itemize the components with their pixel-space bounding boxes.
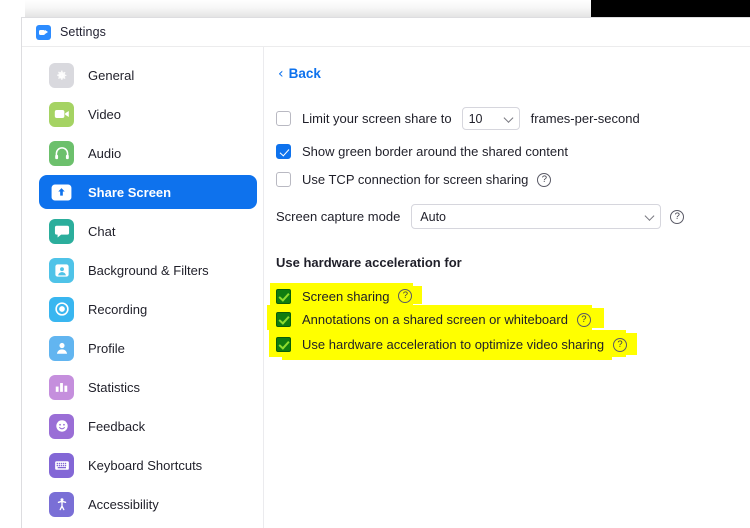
share-screen-settings-panel: ‹ Back Limit your screen share to 10 fra… bbox=[264, 47, 750, 528]
sidebar-item-label: Recording bbox=[88, 301, 148, 317]
limit-screen-share-label: Limit your screen share to bbox=[302, 111, 452, 126]
desktop-black-region bbox=[591, 0, 750, 17]
bar-chart-icon bbox=[49, 374, 74, 400]
sidebar-item-label: Video bbox=[88, 106, 122, 122]
tcp-connection-label: Use TCP connection for screen sharing bbox=[302, 172, 529, 187]
desktop-background-strip bbox=[25, 0, 591, 17]
limit-screen-share-row: Limit your screen share to 10 frames-per… bbox=[264, 107, 750, 130]
limit-screen-share-checkbox[interactable] bbox=[276, 111, 291, 126]
sidebar-item-statistics[interactable]: Statistics bbox=[39, 370, 257, 404]
share-screen-up-arrow-icon bbox=[49, 180, 74, 205]
sidebar-item-general[interactable]: General bbox=[39, 58, 257, 92]
screen-capture-mode-label: Screen capture mode bbox=[276, 209, 401, 224]
chevron-down-icon bbox=[644, 210, 655, 221]
smiley-face-icon bbox=[49, 413, 74, 439]
screen-capture-mode-value: Auto bbox=[420, 209, 447, 224]
sidebar-item-feedback[interactable]: Feedback bbox=[39, 409, 257, 443]
hw-screen-sharing-label: Screen sharing bbox=[302, 288, 390, 304]
fps-select[interactable]: 10 bbox=[461, 107, 520, 130]
green-border-row: Show green border around the shared cont… bbox=[264, 144, 750, 159]
settings-window: Settings General Video Audio Share Scree… bbox=[21, 17, 750, 528]
tcp-connection-row: Use TCP connection for screen sharing ? bbox=[264, 172, 750, 187]
sidebar-item-label: Audio bbox=[88, 145, 122, 161]
settings-sidebar: General Video Audio Share Screen Chat Ba… bbox=[22, 47, 264, 528]
back-button-label: Back bbox=[288, 66, 321, 81]
sidebar-item-recording[interactable]: Recording bbox=[39, 292, 257, 326]
hw-video-sharing-row: Use hardware acceleration to optimize vi… bbox=[264, 332, 750, 357]
window-body: General Video Audio Share Screen Chat Ba… bbox=[22, 47, 750, 528]
green-border-label: Show green border around the shared cont… bbox=[302, 144, 568, 159]
green-border-checkbox[interactable] bbox=[276, 144, 291, 159]
tcp-connection-checkbox[interactable] bbox=[276, 172, 291, 187]
fps-select-value: 10 bbox=[468, 111, 483, 126]
headphones-icon bbox=[49, 140, 74, 166]
sidebar-item-label: Accessibility bbox=[88, 496, 159, 512]
sidebar-item-label: General bbox=[88, 67, 135, 83]
help-icon[interactable]: ? bbox=[537, 172, 552, 187]
hardware-acceleration-heading: Use hardware acceleration for bbox=[276, 255, 462, 270]
screen-capture-mode-select[interactable]: Auto bbox=[411, 204, 662, 229]
sidebar-item-background-filters[interactable]: Background & Filters bbox=[39, 253, 257, 287]
keyboard-icon bbox=[49, 452, 74, 478]
chevron-down-icon bbox=[503, 112, 514, 123]
sidebar-item-keyboard-shortcuts[interactable]: Keyboard Shortcuts bbox=[39, 448, 257, 482]
gear-icon bbox=[49, 62, 74, 88]
chat-bubble-icon bbox=[49, 218, 74, 244]
help-icon[interactable]: ? bbox=[398, 289, 413, 303]
help-icon[interactable]: ? bbox=[576, 312, 591, 327]
hardware-acceleration-options: Screen sharing ? Annotations on a shared… bbox=[264, 283, 750, 360]
hw-annotations-checkbox[interactable] bbox=[276, 312, 291, 327]
sidebar-item-label: Keyboard Shortcuts bbox=[88, 457, 203, 473]
hw-video-sharing-label: Use hardware acceleration to optimize vi… bbox=[302, 337, 605, 352]
window-title: Settings bbox=[60, 25, 106, 39]
fps-suffix-label: frames-per-second bbox=[530, 111, 640, 126]
hw-annotations-row: Annotations on a shared screen or whiteb… bbox=[264, 307, 750, 332]
video-camera-icon bbox=[49, 101, 74, 127]
sidebar-item-video[interactable]: Video bbox=[39, 97, 257, 131]
sidebar-item-audio[interactable]: Audio bbox=[39, 136, 257, 170]
zoom-camera-icon bbox=[36, 24, 51, 40]
help-icon[interactable]: ? bbox=[613, 337, 628, 352]
sidebar-item-label: Background & Filters bbox=[88, 262, 209, 278]
person-frame-icon bbox=[49, 257, 74, 283]
sidebar-item-profile[interactable]: Profile bbox=[39, 331, 257, 365]
record-circle-icon bbox=[49, 296, 74, 322]
sidebar-item-label: Share Screen bbox=[88, 184, 172, 200]
sidebar-item-accessibility[interactable]: Accessibility bbox=[39, 487, 257, 521]
hw-screen-sharing-row: Screen sharing ? bbox=[264, 285, 750, 307]
screenshot-root: Settings General Video Audio Share Scree… bbox=[0, 0, 750, 528]
hw-screen-sharing-checkbox[interactable] bbox=[276, 288, 291, 304]
hw-video-sharing-checkbox[interactable] bbox=[276, 337, 291, 352]
window-titlebar: Settings bbox=[22, 18, 750, 47]
chevron-left-icon: ‹ bbox=[278, 65, 284, 82]
help-icon[interactable]: ? bbox=[670, 209, 685, 224]
sidebar-item-label: Profile bbox=[88, 340, 125, 356]
sidebar-item-chat[interactable]: Chat bbox=[39, 214, 257, 248]
back-button[interactable]: ‹ Back bbox=[264, 47, 750, 81]
sidebar-item-label: Statistics bbox=[88, 379, 141, 395]
person-icon bbox=[49, 335, 74, 361]
sidebar-item-label: Chat bbox=[88, 223, 116, 239]
accessibility-person-icon bbox=[49, 491, 74, 517]
hw-annotations-label: Annotations on a shared screen or whiteb… bbox=[302, 312, 568, 327]
sidebar-item-share-screen[interactable]: Share Screen bbox=[39, 175, 257, 209]
screen-capture-mode-row: Screen capture mode Auto ? bbox=[264, 204, 750, 229]
sidebar-item-label: Feedback bbox=[88, 418, 146, 434]
